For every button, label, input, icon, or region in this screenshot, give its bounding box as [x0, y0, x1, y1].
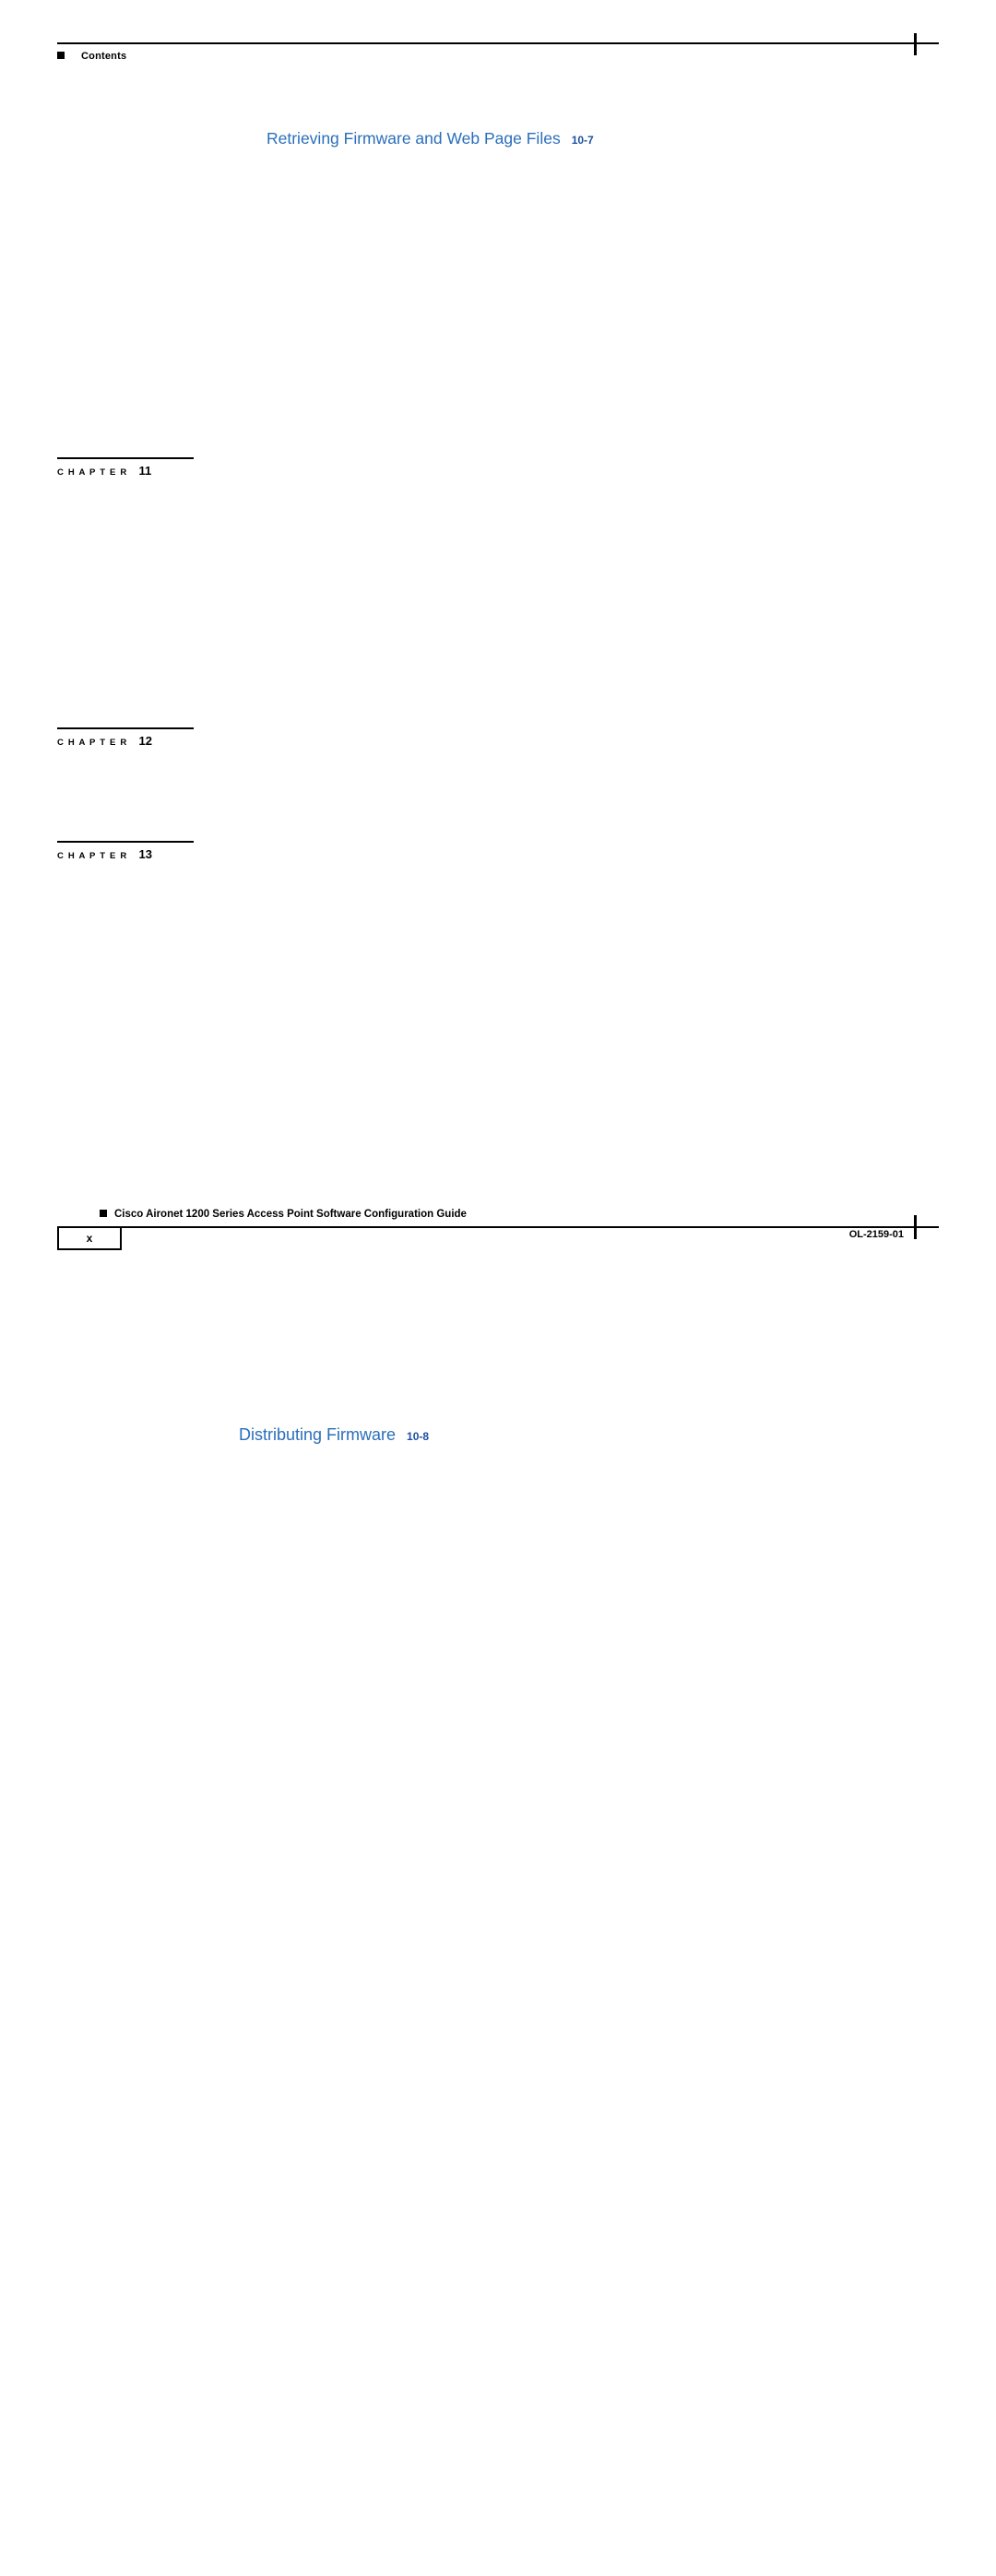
- header-rule: [57, 42, 939, 44]
- header-label: Contents: [81, 51, 127, 62]
- footer-right-tick: [914, 1215, 917, 1239]
- footer-bullet-icon: [100, 1210, 107, 1217]
- header-right-tick: [914, 33, 917, 55]
- page-number: x: [86, 1232, 93, 1245]
- toc-entry-title: Retrieving Firmware and Web Page Files: [267, 129, 561, 148]
- toc-entry-page: 10-8: [407, 1430, 996, 2576]
- document-id: OL-2159-01: [848, 1229, 904, 1240]
- header-bullet-icon: [57, 52, 65, 59]
- table-of-contents: Retrieving Firmware and Web Page Files 10…: [0, 129, 996, 2576]
- toc-entry[interactable]: Distributing Firmware 10-8: [0, 1425, 996, 2576]
- toc-entry-page: 10-7: [571, 134, 996, 1422]
- toc-entry-title: Distributing Firmware: [239, 1425, 397, 1444]
- footer-document-title: Cisco Aironet 1200 Series Access Point S…: [114, 1209, 467, 1220]
- footer-rule: [57, 1226, 939, 1228]
- document-page: Contents C H A P T E R 11 C H A P T E R …: [0, 0, 996, 2576]
